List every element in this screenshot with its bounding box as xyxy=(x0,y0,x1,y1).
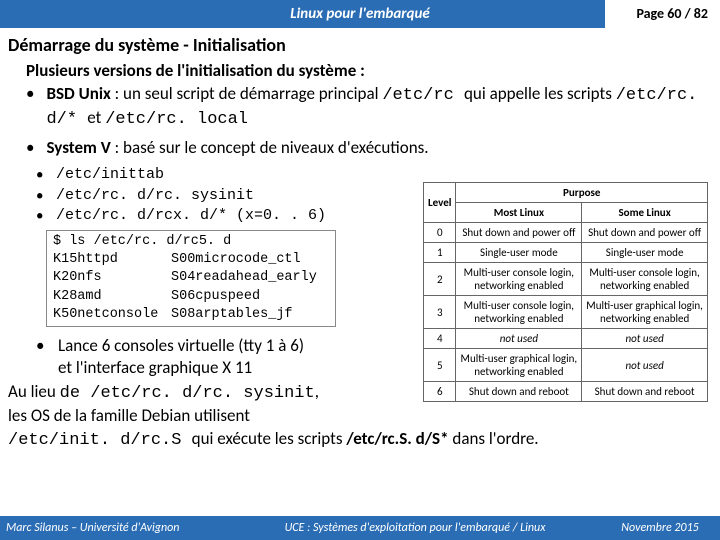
file-list: • /etc/inittab • /etc/rc. d/rc. sysinit • /… xyxy=(36,165,326,226)
footer-date: Novembre 2015 xyxy=(600,521,720,535)
terminal-prompt: $ ls /etc/rc. d/rc5. d xyxy=(53,233,329,251)
file-item: /etc/rc. d/rc. sysinit xyxy=(56,186,254,206)
file-item: /etc/inittab xyxy=(56,165,164,185)
table-row: 6Shut down and rebootShut down and reboo… xyxy=(424,382,708,402)
bsd-label: BSD Unix xyxy=(46,83,110,104)
table-row: 4not usednot used xyxy=(424,329,708,349)
th-some: Some Linux xyxy=(582,203,708,223)
terminal-listing: $ ls /etc/rc. d/rc5. d K15httpdS00microc… xyxy=(46,230,336,327)
bullet-dot-icon: • xyxy=(26,137,34,159)
section-title: Démarrage du système - Initialisation xyxy=(8,34,706,56)
footer-course: UCE : Systèmes d'exploitation pour l'emb… xyxy=(230,521,600,535)
terminal-row: K15httpdS00microcode_ctl xyxy=(53,251,329,269)
th-most: Most Linux xyxy=(456,203,582,223)
bullet-dot-icon: • xyxy=(36,206,46,226)
runlevel-table: Level Purpose Most Linux Some Linux 0Shu… xyxy=(423,182,708,402)
bullet-sysv: • System V : basé sur le concept de nive… xyxy=(26,137,706,159)
header-title: Linux pour l'embarqué xyxy=(290,5,429,23)
page-indicator: Page 60 / 82 xyxy=(636,5,708,22)
header-bar: Linux pour l'embarqué Page 60 / 82 xyxy=(0,0,720,28)
terminal-row: K50netconsoleS08arptables_jf xyxy=(53,306,329,324)
table-row: 2Multi-user console login, networking en… xyxy=(424,263,708,296)
th-level: Level xyxy=(424,183,456,223)
sysv-label: System V xyxy=(46,137,110,158)
table-row: 5Multi-user graphical login, networking … xyxy=(424,349,708,382)
terminal-row: K20nfsS04readahead_early xyxy=(53,269,329,287)
bullet-bsd: • BSD Unix : un seul script de démarrage… xyxy=(26,83,706,131)
bullet-dot-icon: • xyxy=(36,335,46,379)
table-row: 3Multi-user console login, networking en… xyxy=(424,296,708,329)
footer-bar: Marc Silanus – Université d'Avignon UCE … xyxy=(0,516,720,540)
bullet-dot-icon: • xyxy=(36,165,46,185)
file-item: /etc/rc. d/rcx. d/* (x=0. . 6) xyxy=(56,206,326,226)
th-purpose: Purpose xyxy=(456,183,708,203)
bullet-dot-icon: • xyxy=(36,186,46,206)
table-row: 1Single-user modeSingle-user mode xyxy=(424,243,708,263)
section-subtitle: Plusieurs versions de l'initialisation d… xyxy=(26,60,706,81)
footer-author: Marc Silanus – Université d'Avignon xyxy=(0,521,230,535)
terminal-row: K28amdS06cpuspeed xyxy=(53,288,329,306)
table-row: 0Shut down and power offShut down and po… xyxy=(424,223,708,243)
bullet-dot-icon: • xyxy=(26,83,34,131)
